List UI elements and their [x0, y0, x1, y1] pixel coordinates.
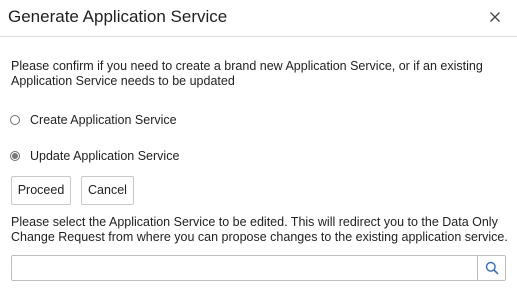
dialog-title: Generate Application Service — [8, 7, 228, 26]
create-application-service-option[interactable]: Create Application Service — [10, 113, 177, 127]
dialog-header: Generate Application Service — [0, 0, 517, 37]
create-application-service-radio[interactable] — [10, 115, 20, 125]
search-button[interactable] — [477, 256, 505, 280]
application-service-search-input[interactable] — [12, 256, 477, 280]
dialog-description: Please confirm if you need to create a b… — [11, 59, 483, 88]
close-icon — [490, 12, 500, 22]
cancel-button[interactable]: Cancel — [81, 176, 134, 205]
proceed-button[interactable]: Proceed — [11, 176, 71, 205]
application-service-search — [11, 255, 506, 281]
help-text: Please select the Application Service to… — [11, 215, 508, 244]
update-application-service-option[interactable]: Update Application Service — [10, 149, 179, 163]
update-application-service-label: Update Application Service — [30, 149, 180, 163]
close-button[interactable] — [487, 9, 503, 25]
search-icon — [485, 261, 498, 275]
create-application-service-label: Create Application Service — [30, 113, 177, 127]
update-application-service-radio[interactable] — [10, 151, 20, 161]
generate-application-service-dialog: Generate Application Service Please conf… — [0, 0, 517, 291]
